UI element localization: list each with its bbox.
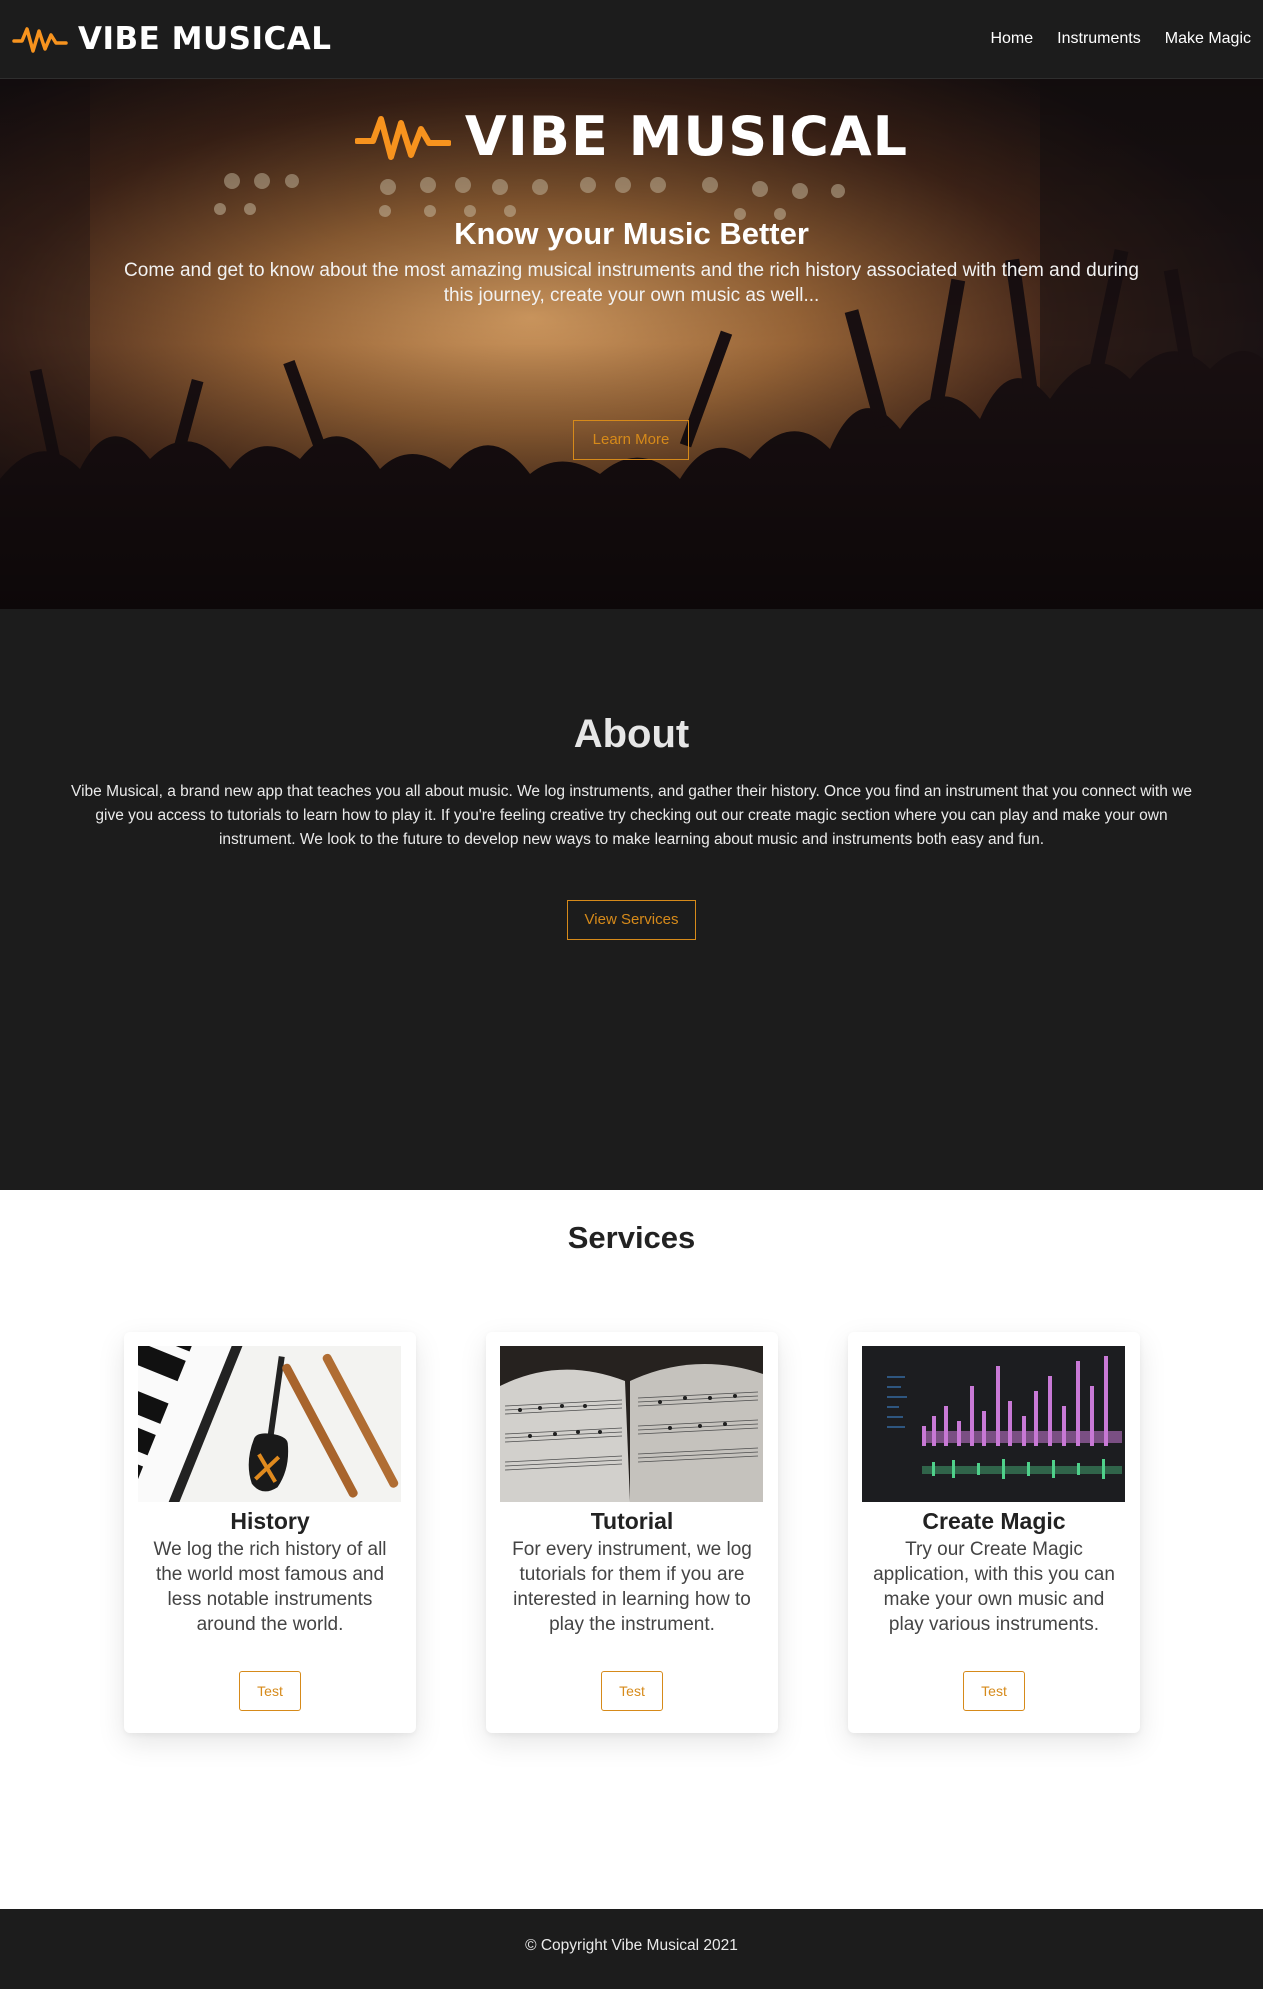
card-text: We log the rich history of all the world… [153, 1539, 387, 1635]
view-services-button[interactable]: View Services [567, 900, 696, 940]
tutorial-test-button[interactable]: Test [601, 1671, 663, 1711]
card-title: Tutorial [590, 1508, 674, 1534]
hero-content: VIBE MUSICAL Know your Music Better Come… [0, 79, 1263, 609]
service-card-history: History We log the rich history of all t… [124, 1332, 416, 1733]
about-section: About Vibe Musical, a brand new app that… [0, 609, 1263, 1190]
sheet-music-image [500, 1346, 763, 1502]
nav-link-home[interactable]: Home [990, 30, 1033, 48]
service-card-create-magic: Create Magic Try our Create Magic applic… [848, 1332, 1140, 1733]
services-title: Services [567, 1220, 696, 1255]
hero-logo: VIBE MUSICAL [0, 105, 1263, 168]
nav-link-make-magic[interactable]: Make Magic [1165, 30, 1251, 48]
nav-link-instruments[interactable]: Instruments [1057, 30, 1141, 48]
card-text: For every instrument, we log tutorials f… [512, 1539, 752, 1635]
card-text: Try our Create Magic application, with t… [873, 1539, 1115, 1635]
hero-logo-text: VIBE MUSICAL [464, 105, 909, 168]
history-test-button[interactable]: Test [239, 1671, 301, 1711]
brand-logo[interactable]: VIBE MUSICAL [12, 21, 332, 57]
about-text: Vibe Musical, a brand new app that teach… [71, 783, 1192, 848]
navbar: VIBE MUSICAL Home Instruments Make Magic [0, 0, 1263, 79]
card-title: Create Magic [922, 1508, 1066, 1534]
create-magic-test-button[interactable]: Test [963, 1671, 1025, 1711]
hero-subtitle: Come and get to know about the most amaz… [124, 260, 1139, 306]
footer: © Copyright Vibe Musical 2021 [0, 1909, 1263, 1989]
nav-links: Home Instruments Make Magic [990, 30, 1251, 48]
hero-section: VIBE MUSICAL Know your Music Better Come… [0, 79, 1263, 609]
instruments-image [138, 1346, 401, 1502]
card-title: History [230, 1508, 310, 1534]
brand-name: VIBE MUSICAL [78, 21, 332, 57]
pulse-wave-icon [12, 27, 68, 53]
about-title: About [573, 712, 690, 756]
copyright-text: © Copyright Vibe Musical 2021 [525, 1937, 738, 1954]
services-section: Services History We log the rich history… [0, 1190, 1263, 1909]
pulse-wave-icon [354, 115, 451, 160]
service-card-tutorial: Tutorial For every instrument, we log tu… [486, 1332, 778, 1733]
audio-editor-image [862, 1346, 1125, 1502]
learn-more-button[interactable]: Learn More [573, 420, 689, 460]
hero-title: Know your Music Better [454, 216, 809, 251]
